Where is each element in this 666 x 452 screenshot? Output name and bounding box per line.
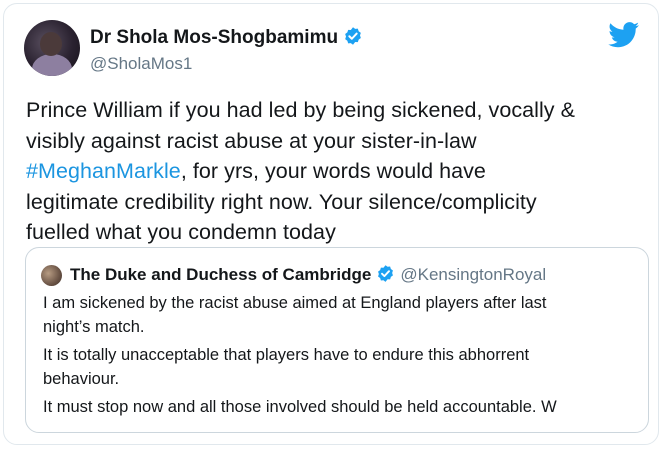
author-name-text[interactable]: Dr Shola Mos-Shogbamimu: [90, 27, 338, 48]
quoted-text-line: It must stop now and all those involved …: [43, 398, 557, 416]
quoted-text-line: behaviour.: [43, 369, 120, 388]
hashtag-link[interactable]: #MeghanMarkle: [26, 159, 181, 183]
quoted-text-line: It is totally unacceptable that players …: [43, 346, 530, 364]
author-handle[interactable]: @SholaMos1: [90, 54, 192, 74]
verified-badge-icon: [345, 27, 361, 45]
tweet-text-line: visibly against racist abuse at your sis…: [26, 128, 477, 153]
quoted-tweet[interactable]: The Duke and Duchess of Cambridge @Kensin…: [25, 247, 649, 433]
quoted-author[interactable]: The Duke and Duchess of Cambridge @Kensin…: [70, 264, 546, 285]
quoted-tweet-body: I am sickened by the racist abuse aimed …: [43, 292, 557, 420]
verified-badge-icon: [378, 265, 394, 282]
tweet-text-fragment: , for yrs, your words would have: [180, 159, 486, 183]
quoted-author-name[interactable]: The Duke and Duchess of Cambridge: [70, 265, 371, 284]
tweet-text-line: legitimate credibility right now. Your s…: [26, 189, 537, 214]
quoted-author-handle[interactable]: @KensingtonRoyal: [400, 265, 546, 284]
tweet-card[interactable]: Dr Shola Mos-Shogbamimu @SholaMos1 Princ…: [3, 3, 659, 445]
twitter-bird-icon[interactable]: [608, 22, 640, 48]
quoted-text-line: I am sickened by the racist abuse aimed …: [43, 294, 547, 312]
author-name[interactable]: Dr Shola Mos-Shogbamimu: [90, 26, 363, 49]
author-avatar[interactable]: [24, 20, 80, 76]
quoted-text-line: night’s match.: [43, 317, 145, 336]
tweet-text-line: fuelled what you condemn today: [26, 220, 336, 244]
tweet-body: Prince William if you had led by being s…: [26, 95, 646, 248]
tweet-text-line: #MeghanMarkle, for yrs, your words would…: [26, 156, 646, 187]
quoted-author-avatar[interactable]: [41, 265, 62, 286]
tweet-text-line: Prince William if you had led by being s…: [26, 98, 576, 122]
